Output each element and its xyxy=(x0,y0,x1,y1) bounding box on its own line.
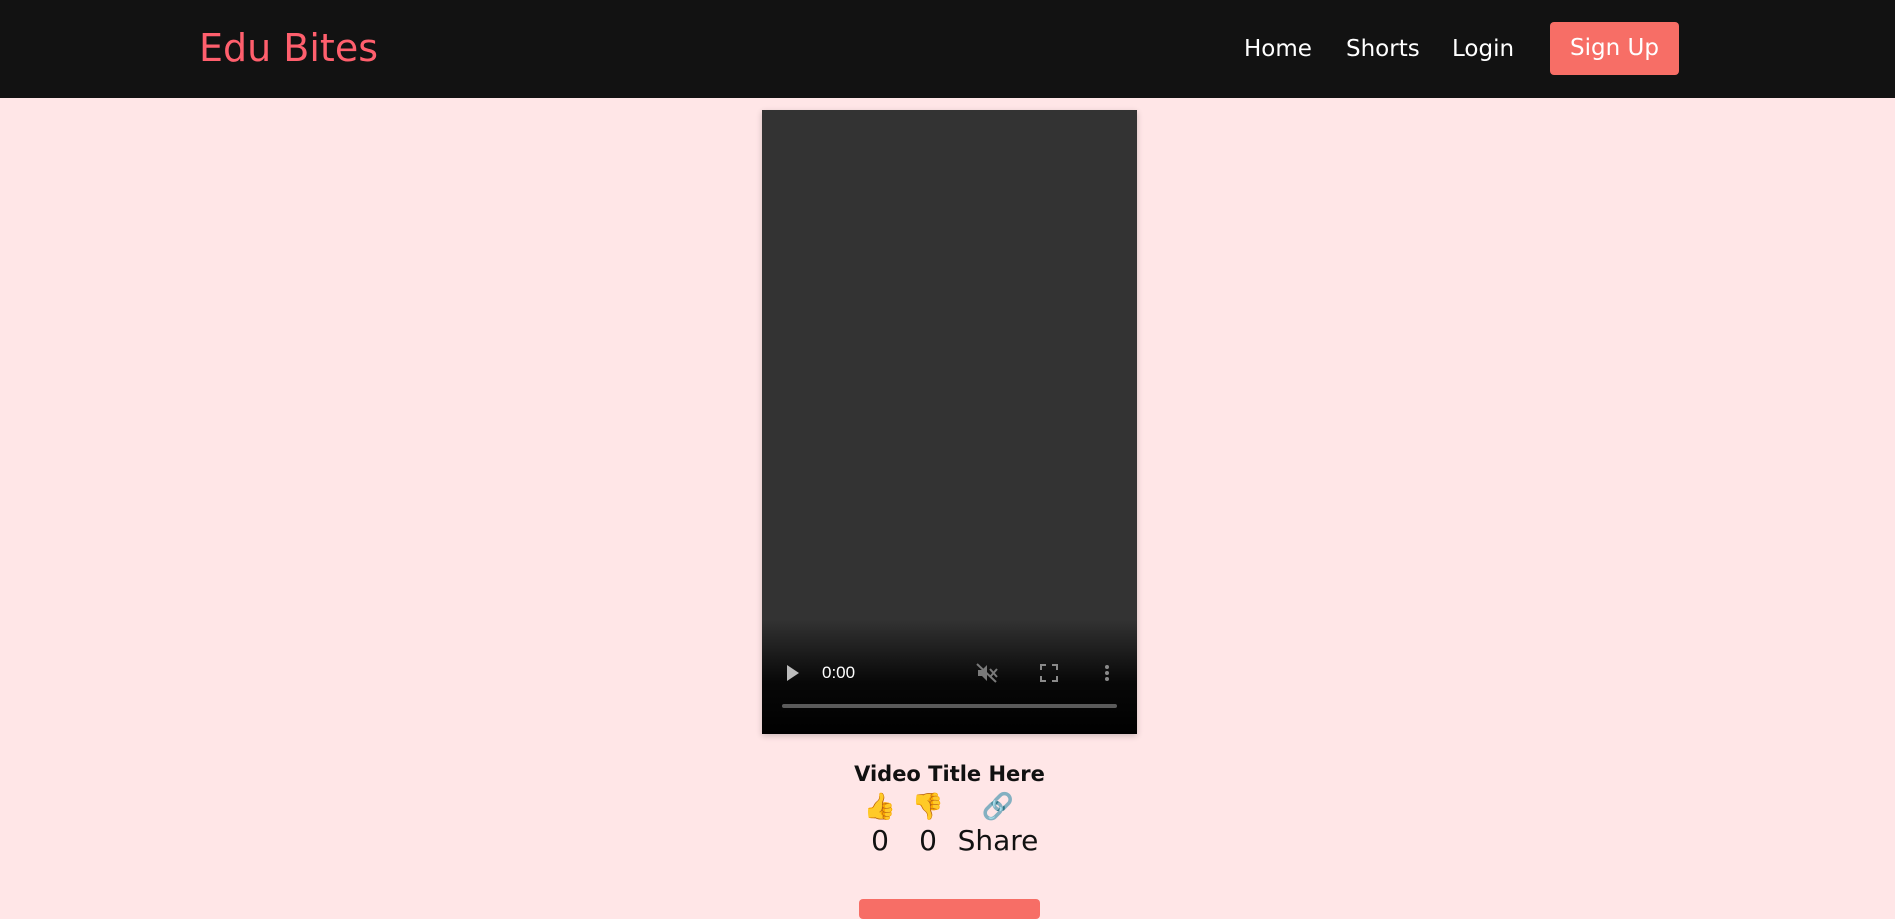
dislike-count: 0 xyxy=(919,824,937,857)
like-count: 0 xyxy=(871,824,889,857)
fullscreen-icon[interactable] xyxy=(1040,664,1058,682)
video-controls-overlay xyxy=(762,619,1137,734)
play-icon[interactable] xyxy=(787,665,799,681)
nav-link-shorts[interactable]: Shorts xyxy=(1346,34,1420,64)
video-time: 0:00 xyxy=(822,663,856,682)
thumbs-up-icon: 👍 xyxy=(863,792,897,822)
video-progress-bar[interactable] xyxy=(782,704,1117,708)
thumbs-down-icon: 👎 xyxy=(911,792,945,822)
nav-link-login[interactable]: Login xyxy=(1452,34,1514,64)
brand-logo[interactable]: Edu Bites xyxy=(199,24,378,72)
mute-icon[interactable] xyxy=(976,663,998,683)
dislike-button[interactable]: 👎 0 xyxy=(908,790,948,858)
video-title: Video Title Here xyxy=(854,762,1045,786)
partial-action-button[interactable] xyxy=(859,899,1040,919)
nav-link-home[interactable]: Home xyxy=(1244,34,1312,64)
share-label: Share xyxy=(957,824,1039,857)
link-icon: 🔗 xyxy=(981,792,1015,822)
share-button[interactable]: 🔗 Share xyxy=(953,790,1043,858)
signup-button[interactable]: Sign Up xyxy=(1550,22,1679,75)
more-options-icon[interactable] xyxy=(1104,664,1110,682)
video-player[interactable]: 0:00 xyxy=(762,110,1137,734)
top-navbar: Edu Bites Home Shorts Login Sign Up xyxy=(0,0,1895,98)
like-button[interactable]: 👍 0 xyxy=(860,790,900,858)
